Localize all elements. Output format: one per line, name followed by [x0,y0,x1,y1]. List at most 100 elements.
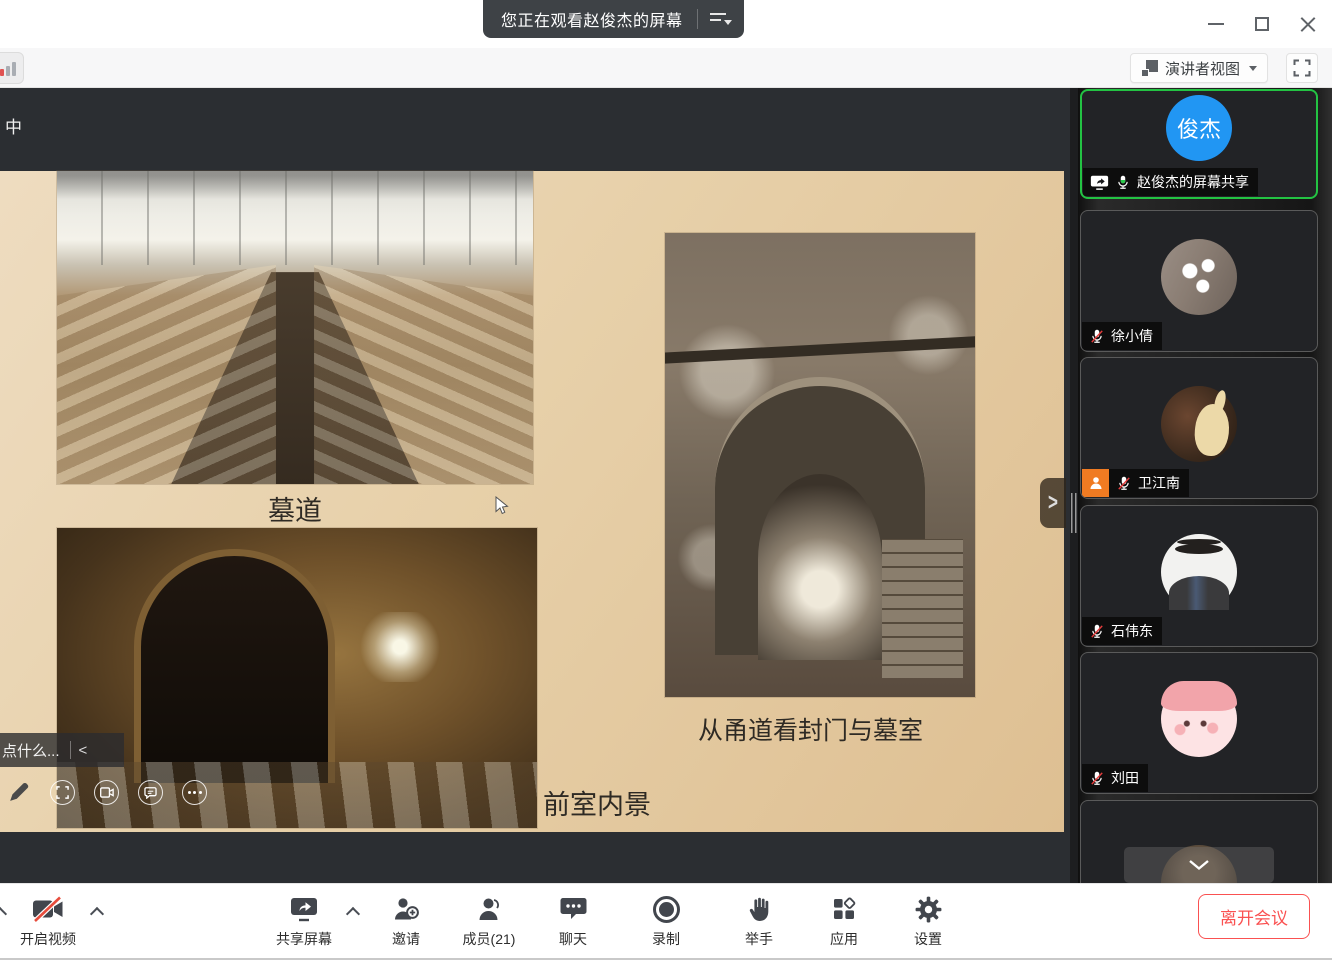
raise-hand-icon [747,895,771,923]
window-controls [1200,8,1324,40]
pencil-icon[interactable] [6,780,31,805]
title-bar: 您正在观看赵俊杰的屏幕 [0,0,1332,48]
mic-muted-icon [1089,770,1105,787]
watching-banner: 您正在观看赵俊杰的屏幕 [483,0,744,38]
fullscreen-icon [1293,59,1311,77]
watching-banner-title: 您正在观看赵俊杰的屏幕 [501,7,683,31]
avatar [1161,534,1237,610]
caption-tomb-passage: 墓道 [268,489,322,528]
view-mode-dropdown[interactable]: 演讲者视图 [1130,53,1268,83]
participant-name: 石伟东 [1111,621,1153,641]
apps-label: 应用 [830,929,858,949]
mouse-cursor [495,496,510,516]
chevron-right-icon: > [1048,489,1058,517]
resize-grip [1071,493,1077,533]
view-toolbar: 演讲者视图 [0,48,1332,88]
mic-muted-icon [1089,328,1105,345]
bottom-toolbar: 开启视频 共享屏幕 邀请 [0,883,1332,960]
role-badge-icon [1082,469,1109,497]
caption-front-chamber: 前室内景 [543,783,651,822]
participant-tile[interactable]: 卫江南 [1080,357,1318,499]
banner-divider [697,9,698,29]
participant-tile-sharing[interactable]: 俊杰 赵俊杰的屏幕共享 [1080,89,1318,199]
raise-hand-label: 举手 [745,929,773,949]
participant-tile[interactable]: 刘田 [1080,652,1318,794]
members-label: 成员(21) [463,929,516,949]
mic-muted-icon [1089,623,1105,640]
slide-photo-corridor [665,233,975,697]
caption-corridor: 从甬道看封门与墓室 [698,711,923,747]
share-screen-icon [289,896,319,922]
avatar [1161,386,1237,462]
participant-name: 卫江南 [1138,473,1180,493]
chevron-down-icon [1188,859,1210,871]
record-label: 录制 [652,929,680,949]
avatar [1161,681,1237,757]
invite-icon [393,896,420,922]
invite-button[interactable]: 邀请 [364,894,448,949]
quick-chat-bar[interactable]: 点什么... < [0,733,124,767]
minimize-icon [1208,23,1224,25]
record-button[interactable]: 录制 [624,894,708,949]
share-dropdown-chevron[interactable] [347,906,359,918]
select-frame-icon[interactable] [50,780,75,805]
participant-tile[interactable]: 徐小倩 [1080,210,1318,352]
maximize-button[interactable] [1246,8,1278,40]
meeting-stage: 中 墓道 前室内景 从甬道看封门与墓室 [0,88,1332,883]
invite-label: 邀请 [392,929,420,949]
gear-icon [915,896,942,923]
share-screen-label: 共享屏幕 [276,929,332,949]
leave-meeting-button[interactable]: 离开会议 [1198,894,1310,939]
apps-button[interactable]: 应用 [802,894,886,949]
record-icon [653,896,680,923]
participant-name: 徐小倩 [1111,326,1153,346]
banner-menu-icon[interactable] [708,9,732,29]
mic-on-icon [1115,174,1131,191]
camera-off-icon [31,896,65,923]
layout-icon [1141,60,1158,77]
sharing-status-text: 中 [5,113,22,138]
sidebar-resize-divider[interactable] [1070,88,1078,883]
sidebar-collapse-handle[interactable]: > [1040,478,1066,528]
start-video-button[interactable]: 开启视频 [6,894,90,949]
mic-muted-icon [1116,475,1132,492]
close-button[interactable] [1292,8,1324,40]
annotation-toolbar [6,780,207,805]
scroll-down-button[interactable] [1124,847,1274,883]
signal-icon [0,69,4,76]
maximize-icon [1255,17,1269,31]
network-signal-button[interactable] [0,52,24,84]
video-dropdown-chevron[interactable] [91,906,103,918]
quick-chat-placeholder: 点什么... [2,740,60,761]
settings-label: 设置 [914,929,942,949]
members-button[interactable]: 成员(21) [447,894,531,949]
settings-button[interactable]: 设置 [886,894,970,949]
minimize-button[interactable] [1200,8,1232,40]
camera-tool-icon[interactable] [94,780,119,805]
start-video-label: 开启视频 [20,929,76,949]
chat-icon [560,896,587,922]
meeting-window: 您正在观看赵俊杰的屏幕 演讲者视图 中 [0,0,1332,960]
view-mode-label: 演讲者视图 [1165,58,1240,79]
more-tools-icon[interactable] [182,780,207,805]
shared-screen-area: 中 墓道 前室内景 从甬道看封门与墓室 [0,88,1070,883]
participant-name: 赵俊杰的屏幕共享 [1137,172,1249,192]
slide-photo-tomb-passage [57,171,533,484]
avatar [1161,239,1237,315]
comment-tool-icon[interactable] [138,780,163,805]
close-icon [1300,16,1316,32]
participant-tile[interactable]: 石伟东 [1080,505,1318,647]
chat-label: 聊天 [559,929,587,949]
participant-sidebar: 俊杰 赵俊杰的屏幕共享 [1078,88,1332,883]
collapse-left-icon[interactable]: < [79,742,88,759]
members-icon [476,896,502,922]
raise-hand-button[interactable]: 举手 [717,894,801,949]
presentation-slide: 墓道 前室内景 从甬道看封门与墓室 [0,171,1064,832]
share-screen-button[interactable]: 共享屏幕 [262,894,346,949]
participant-name: 刘田 [1111,768,1139,788]
fullscreen-button[interactable] [1286,53,1318,83]
apps-icon [831,896,857,922]
avatar: 俊杰 [1166,95,1232,161]
chevron-down-icon [1249,66,1257,71]
chat-button[interactable]: 聊天 [531,894,615,949]
